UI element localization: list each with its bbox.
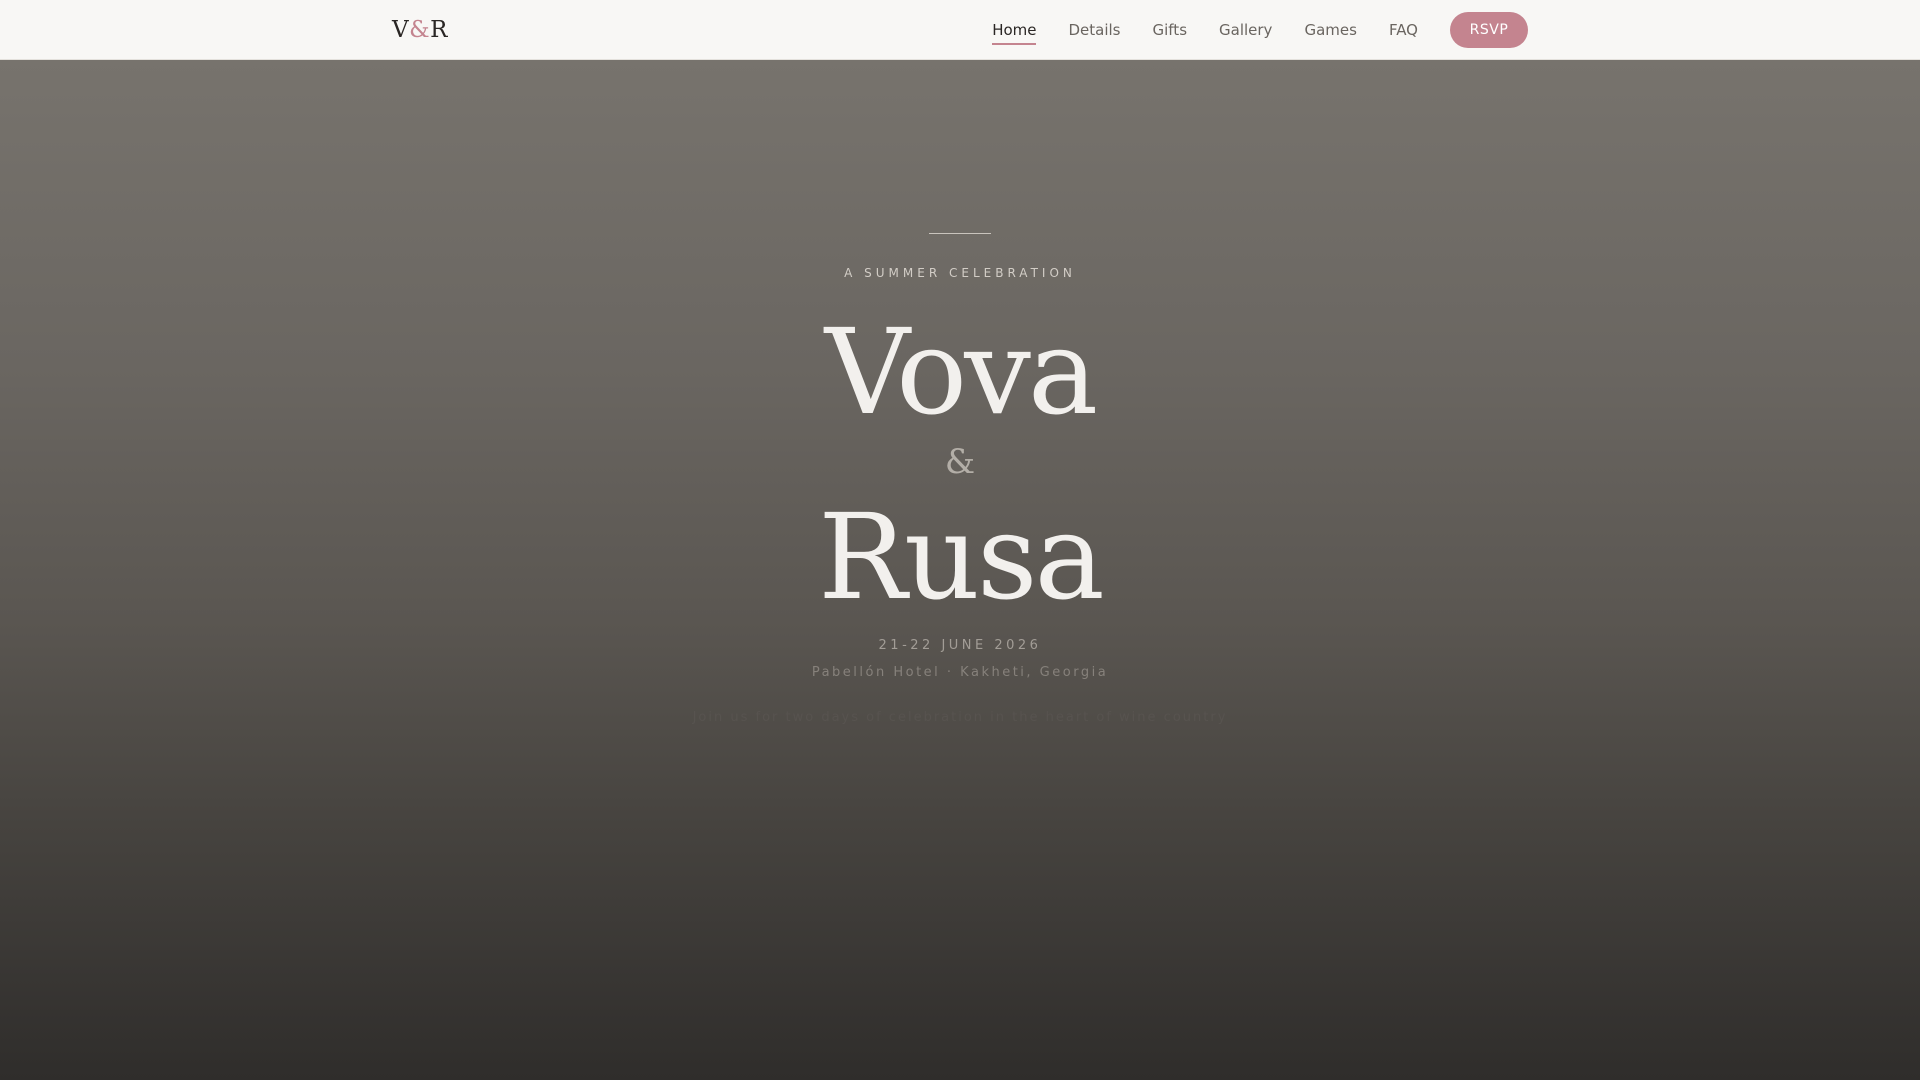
hero-section: A SUMMER CELEBRATION Vova & Rusa 21-22 J…: [0, 60, 1920, 1080]
nav-faq[interactable]: FAQ: [1389, 20, 1418, 40]
hero-date: 21-22 JUNE 2026: [878, 638, 1042, 653]
rsvp-button[interactable]: RSVP: [1450, 12, 1528, 48]
top-navigation-bar: V&R Home Details Gifts Gallery Games FAQ…: [0, 0, 1920, 60]
hero-tagline: Join us for two days of celebration in t…: [692, 710, 1228, 725]
logo-ampersand: &: [409, 17, 431, 43]
hero-name-vova: Vova: [824, 303, 1098, 441]
site-logo[interactable]: V&R: [392, 14, 448, 46]
hero-eyebrow: A SUMMER CELEBRATION: [844, 266, 1076, 280]
hero-ampersand: &: [944, 442, 976, 482]
logo-initial-v: V: [392, 17, 410, 43]
hero-venue: Pabellón Hotel · Kakheti, Georgia: [811, 665, 1109, 680]
hero-divider: [929, 233, 991, 234]
nav-gifts[interactable]: Gifts: [1153, 20, 1188, 40]
nav-home[interactable]: Home: [992, 20, 1037, 45]
logo-initial-r: R: [430, 17, 448, 43]
hero-name-rusa: Rusa: [818, 488, 1105, 626]
nav-details[interactable]: Details: [1068, 20, 1120, 40]
main-nav: Home Details Gifts Gallery Games FAQ RSV…: [992, 0, 1528, 60]
hero-content: A SUMMER CELEBRATION Vova & Rusa 21-22 J…: [0, 60, 1920, 1080]
nav-games[interactable]: Games: [1304, 20, 1356, 40]
nav-gallery[interactable]: Gallery: [1219, 20, 1272, 40]
